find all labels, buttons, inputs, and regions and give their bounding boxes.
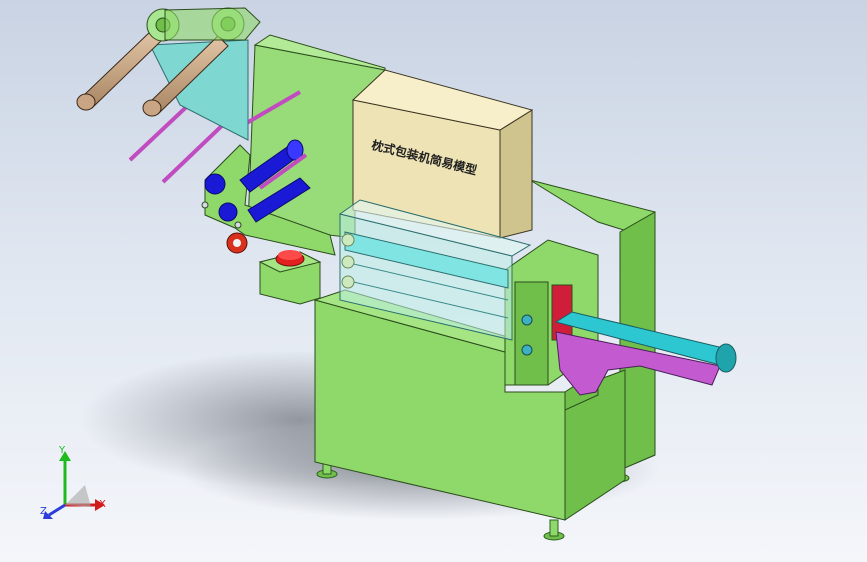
axis-y-label: Y bbox=[59, 445, 66, 456]
axis-z-label: Z bbox=[40, 506, 47, 517]
spool-bearings bbox=[146, 7, 261, 42]
emergency-stop-button[interactable] bbox=[275, 250, 305, 267]
cad-viewport[interactable]: 枕式包装机简易模型 Y X Z bbox=[0, 0, 867, 562]
tension-wheel bbox=[226, 232, 248, 254]
axis-triad[interactable] bbox=[35, 445, 115, 525]
axis-x-label: X bbox=[99, 499, 106, 510]
machine-model[interactable] bbox=[0, 0, 867, 562]
